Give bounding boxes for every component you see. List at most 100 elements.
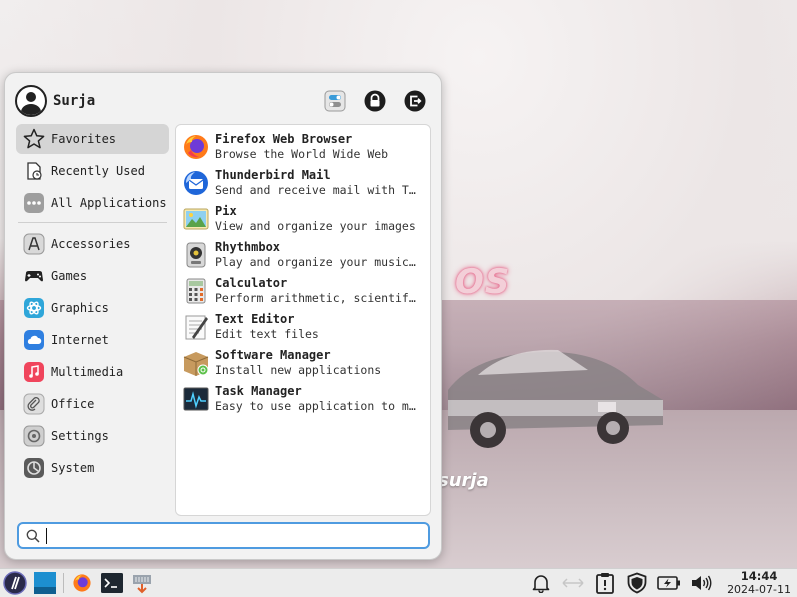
lock-screen-button[interactable] [363, 89, 387, 113]
accessories-icon [23, 233, 45, 255]
app-name: Firefox Web Browser [215, 132, 353, 146]
app-description: Send and receive mail with Thunderbird [215, 183, 421, 197]
clock[interactable]: 14:44 2024-07-11 [727, 569, 791, 597]
clock-time: 14:44 [740, 569, 778, 583]
log-out-button[interactable] [403, 89, 427, 113]
gamepad-icon [23, 265, 45, 287]
notifications-button[interactable] [529, 571, 553, 595]
battery-status-button[interactable] [657, 571, 681, 595]
app-description: Perform arithmetic, scientific or financ… [215, 291, 421, 305]
category-graphics[interactable]: Graphics [16, 293, 169, 323]
wallpaper-title: OS [455, 262, 511, 302]
shield-icon [627, 572, 647, 594]
user-avatar-icon[interactable] [15, 85, 47, 117]
clock-date: 2024-07-11 [727, 583, 791, 596]
category-recently-used[interactable]: Recently Used [16, 156, 169, 186]
app-thunderbird[interactable]: Thunderbird Mail Send and receive mail w… [176, 165, 430, 201]
graphics-icon [23, 297, 45, 319]
category-all-applications[interactable]: All Applications [16, 188, 169, 218]
firefox-icon [184, 135, 208, 159]
category-system[interactable]: System [16, 453, 169, 483]
taskbar-firefox-launcher[interactable] [67, 569, 97, 597]
package-installer-icon [133, 575, 151, 594]
category-office[interactable]: Office [16, 389, 169, 419]
settings-icon [23, 425, 45, 447]
category-label: Recently Used [51, 164, 145, 178]
app-name: Pix [215, 204, 237, 218]
text-cursor [46, 527, 47, 544]
distro-logo-icon [3, 571, 27, 595]
updates-button[interactable] [593, 571, 617, 595]
taskbar-terminal-launcher[interactable] [97, 569, 127, 597]
rhythmbox-icon [186, 242, 206, 268]
app-software-manager[interactable]: Software Manager Install new application… [176, 345, 430, 381]
app-pix[interactable]: Pix View and organize your images [176, 201, 430, 237]
app-name: Text Editor [215, 312, 295, 326]
software-manager-icon [183, 352, 209, 376]
category-label: All Applications [51, 196, 167, 210]
wallpaper-subtitle: surja [438, 470, 489, 491]
desktop-icon [34, 572, 56, 594]
app-name: Software Manager [215, 348, 331, 362]
wallpaper-car-image [448, 349, 663, 448]
app-description: View and organize your images [215, 219, 416, 233]
recent-document-icon [23, 160, 45, 182]
username-label: Surja [53, 93, 96, 109]
pix-icon [183, 208, 209, 230]
text-editor-icon [185, 315, 208, 340]
app-name: Rhythmbox [215, 240, 281, 254]
all-apps-icon [23, 192, 45, 214]
app-text-editor[interactable]: Text Editor Edit text files [176, 309, 430, 345]
app-task-manager[interactable]: Task Manager Easy to use application to … [176, 381, 430, 417]
category-sidebar: Favorites Recently Used All Applications… [16, 124, 169, 485]
bell-icon [532, 575, 550, 593]
volume-button[interactable] [689, 571, 713, 595]
category-label: Games [51, 269, 88, 283]
category-label: Office [51, 397, 95, 411]
category-label: Internet [51, 333, 109, 347]
terminal-icon [101, 573, 123, 593]
battery-charging-icon [657, 576, 681, 590]
app-description: Edit text files [215, 327, 319, 341]
app-name: Task Manager [215, 384, 302, 398]
toggle-settings-icon [324, 90, 346, 112]
network-transfer-icon [562, 578, 584, 588]
firewall-status-button[interactable] [625, 571, 649, 595]
app-firefox[interactable]: Firefox Web Browser Browse the World Wid… [176, 129, 430, 165]
settings-manager-button[interactable] [323, 89, 347, 113]
whisker-menu: Surja Favorites Recently Used All Applic… [4, 72, 442, 560]
app-calculator[interactable]: Calculator Perform arithmetic, scientifi… [176, 273, 430, 309]
app-description: Install new applications [215, 363, 382, 377]
system-icon [23, 457, 45, 479]
category-multimedia[interactable]: Multimedia [16, 357, 169, 387]
category-games[interactable]: Games [16, 261, 169, 291]
category-settings[interactable]: Settings [16, 421, 169, 451]
category-label: Accessories [51, 237, 131, 251]
search-input[interactable] [53, 528, 413, 543]
applications-menu-button[interactable] [0, 569, 30, 597]
category-divider [18, 222, 167, 223]
paperclip-icon [23, 393, 45, 415]
app-rhythmbox[interactable]: Rhythmbox Play and organize your music c… [176, 237, 430, 273]
category-label: Settings [51, 429, 109, 443]
lock-icon [364, 90, 386, 112]
menu-header-actions [323, 89, 427, 113]
category-label: Favorites [51, 132, 117, 146]
system-tray: 14:44 2024-07-11 [529, 570, 797, 596]
app-name: Thunderbird Mail [215, 168, 331, 182]
update-alert-icon [596, 573, 614, 594]
show-desktop-button[interactable] [30, 569, 60, 597]
volume-icon [692, 575, 712, 591]
category-label: Graphics [51, 301, 109, 315]
network-status-icon[interactable] [561, 571, 585, 595]
search-box[interactable] [17, 522, 430, 549]
category-internet[interactable]: Internet [16, 325, 169, 355]
category-label: System [51, 461, 95, 475]
category-favorites[interactable]: Favorites [16, 124, 169, 154]
logout-icon [404, 90, 426, 112]
search-icon [26, 529, 40, 543]
taskbar-software-launcher[interactable] [127, 569, 157, 597]
calculator-icon [186, 278, 206, 304]
category-accessories[interactable]: Accessories [16, 229, 169, 259]
taskbar: 14:44 2024-07-11 [0, 568, 797, 597]
